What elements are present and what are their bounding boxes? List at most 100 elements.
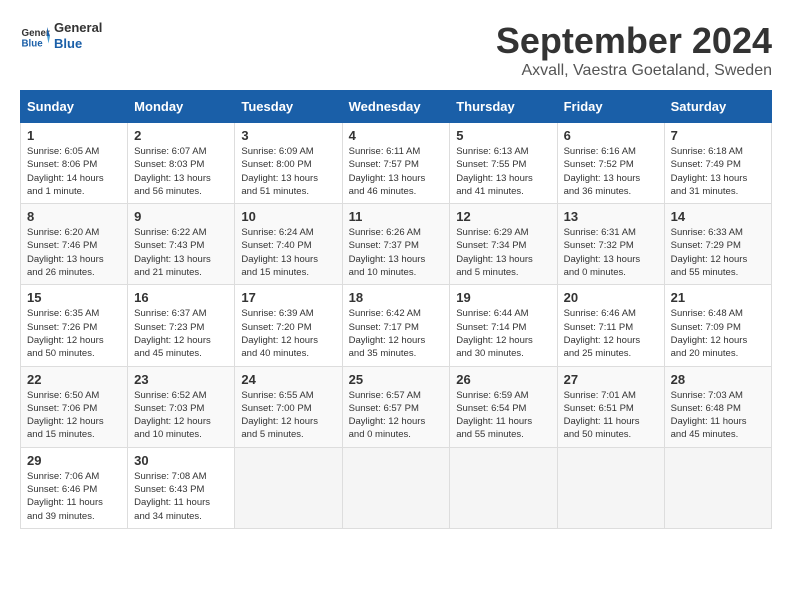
day-cell: 9 Sunrise: 6:22 AM Sunset: 7:43 PM Daylig… xyxy=(128,204,235,285)
day-info: Sunrise: 7:03 AM Sunset: 6:48 PM Dayligh… xyxy=(671,389,765,442)
day-number: 14 xyxy=(671,209,765,224)
day-cell xyxy=(342,447,450,528)
day-cell: 2 Sunrise: 6:07 AM Sunset: 8:03 PM Daylig… xyxy=(128,123,235,204)
day-cell: 23 Sunrise: 6:52 AM Sunset: 7:03 PM Dayli… xyxy=(128,366,235,447)
day-info: Sunrise: 6:42 AM Sunset: 7:17 PM Dayligh… xyxy=(349,307,444,360)
day-info: Sunrise: 7:06 AM Sunset: 6:46 PM Dayligh… xyxy=(27,470,121,523)
week-row-5: 29Sunrise: 7:06 AM Sunset: 6:46 PM Dayli… xyxy=(21,447,772,528)
day-cell: 11Sunrise: 6:26 AM Sunset: 7:37 PM Dayli… xyxy=(342,204,450,285)
day-number: 6 xyxy=(564,128,658,143)
day-info: Sunrise: 6:37 AM Sunset: 7:23 PM Dayligh… xyxy=(134,307,228,360)
day-number: 8 xyxy=(27,209,121,224)
header-wednesday: Wednesday xyxy=(342,91,450,123)
day-cell: 30 Sunrise: 7:08 AM Sunset: 6:43 PM Dayli… xyxy=(128,447,235,528)
title-area: September 2024 Axvall, Vaestra Goetaland… xyxy=(496,20,772,80)
day-info: Sunrise: 6:31 AM Sunset: 7:32 PM Dayligh… xyxy=(564,226,658,279)
day-info: Sunrise: 6:09 AM Sunset: 8:00 PM Dayligh… xyxy=(241,145,335,198)
day-number: 24 xyxy=(241,372,335,387)
day-number: 22 xyxy=(27,372,121,387)
day-info: Sunrise: 6:46 AM Sunset: 7:11 PM Dayligh… xyxy=(564,307,658,360)
header: General Blue General Blue September 2024… xyxy=(20,20,772,80)
day-number: 5 xyxy=(456,128,550,143)
day-number: 4 xyxy=(349,128,444,143)
day-cell: 8 Sunrise: 6:20 AM Sunset: 7:46 PM Daylig… xyxy=(21,204,128,285)
day-info: Sunrise: 6:44 AM Sunset: 7:14 PM Dayligh… xyxy=(456,307,550,360)
day-info: Sunrise: 6:05 AM Sunset: 8:06 PM Dayligh… xyxy=(27,145,121,198)
day-number: 13 xyxy=(564,209,658,224)
day-info: Sunrise: 6:59 AM Sunset: 6:54 PM Dayligh… xyxy=(456,389,550,442)
day-number: 12 xyxy=(456,209,550,224)
day-number: 10 xyxy=(241,209,335,224)
logo-general: General xyxy=(54,20,102,36)
day-number: 28 xyxy=(671,372,765,387)
day-number: 23 xyxy=(134,372,228,387)
day-cell: 4Sunrise: 6:11 AM Sunset: 7:57 PM Daylig… xyxy=(342,123,450,204)
svg-text:General: General xyxy=(22,28,51,39)
day-number: 18 xyxy=(349,290,444,305)
day-info: Sunrise: 6:57 AM Sunset: 6:57 PM Dayligh… xyxy=(349,389,444,442)
day-info: Sunrise: 6:35 AM Sunset: 7:26 PM Dayligh… xyxy=(27,307,121,360)
day-cell: 27Sunrise: 7:01 AM Sunset: 6:51 PM Dayli… xyxy=(557,366,664,447)
day-cell: 15Sunrise: 6:35 AM Sunset: 7:26 PM Dayli… xyxy=(21,285,128,366)
day-cell: 3Sunrise: 6:09 AM Sunset: 8:00 PM Daylig… xyxy=(235,123,342,204)
week-row-3: 15Sunrise: 6:35 AM Sunset: 7:26 PM Dayli… xyxy=(21,285,772,366)
day-cell: 19 Sunrise: 6:44 AM Sunset: 7:14 PM Dayli… xyxy=(450,285,557,366)
day-cell: 7Sunrise: 6:18 AM Sunset: 7:49 PM Daylig… xyxy=(664,123,771,204)
week-row-4: 22 Sunrise: 6:50 AM Sunset: 7:06 PM Dayli… xyxy=(21,366,772,447)
day-cell: 12 Sunrise: 6:29 AM Sunset: 7:34 PM Dayli… xyxy=(450,204,557,285)
day-info: Sunrise: 6:55 AM Sunset: 7:00 PM Dayligh… xyxy=(241,389,335,442)
day-cell xyxy=(235,447,342,528)
day-number: 25 xyxy=(349,372,444,387)
day-cell: 5 Sunrise: 6:13 AM Sunset: 7:55 PM Daylig… xyxy=(450,123,557,204)
svg-text:Blue: Blue xyxy=(22,38,44,49)
day-info: Sunrise: 7:01 AM Sunset: 6:51 PM Dayligh… xyxy=(564,389,658,442)
logo: General Blue General Blue xyxy=(20,20,102,51)
day-cell: 24 Sunrise: 6:55 AM Sunset: 7:00 PM Dayli… xyxy=(235,366,342,447)
calendar: SundayMondayTuesdayWednesdayThursdayFrid… xyxy=(20,90,772,529)
day-info: Sunrise: 6:24 AM Sunset: 7:40 PM Dayligh… xyxy=(241,226,335,279)
logo-blue: Blue xyxy=(54,36,102,52)
header-sunday: Sunday xyxy=(21,91,128,123)
day-number: 17 xyxy=(241,290,335,305)
day-info: Sunrise: 6:29 AM Sunset: 7:34 PM Dayligh… xyxy=(456,226,550,279)
day-number: 16 xyxy=(134,290,228,305)
day-info: Sunrise: 6:07 AM Sunset: 8:03 PM Dayligh… xyxy=(134,145,228,198)
header-tuesday: Tuesday xyxy=(235,91,342,123)
day-cell xyxy=(664,447,771,528)
day-number: 9 xyxy=(134,209,228,224)
day-cell: 6Sunrise: 6:16 AM Sunset: 7:52 PM Daylig… xyxy=(557,123,664,204)
day-info: Sunrise: 6:22 AM Sunset: 7:43 PM Dayligh… xyxy=(134,226,228,279)
header-thursday: Thursday xyxy=(450,91,557,123)
logo-icon: General Blue xyxy=(20,21,50,51)
day-number: 21 xyxy=(671,290,765,305)
day-cell: 20 Sunrise: 6:46 AM Sunset: 7:11 PM Dayli… xyxy=(557,285,664,366)
day-number: 20 xyxy=(564,290,658,305)
day-info: Sunrise: 6:20 AM Sunset: 7:46 PM Dayligh… xyxy=(27,226,121,279)
day-info: Sunrise: 6:13 AM Sunset: 7:55 PM Dayligh… xyxy=(456,145,550,198)
day-cell: 18 Sunrise: 6:42 AM Sunset: 7:17 PM Dayli… xyxy=(342,285,450,366)
day-info: Sunrise: 7:08 AM Sunset: 6:43 PM Dayligh… xyxy=(134,470,228,523)
day-number: 1 xyxy=(27,128,121,143)
day-cell: 21 Sunrise: 6:48 AM Sunset: 7:09 PM Dayli… xyxy=(664,285,771,366)
day-number: 30 xyxy=(134,453,228,468)
day-info: Sunrise: 6:18 AM Sunset: 7:49 PM Dayligh… xyxy=(671,145,765,198)
day-number: 11 xyxy=(349,209,444,224)
location-title: Axvall, Vaestra Goetaland, Sweden xyxy=(496,62,772,80)
day-cell: 22 Sunrise: 6:50 AM Sunset: 7:06 PM Dayli… xyxy=(21,366,128,447)
day-number: 26 xyxy=(456,372,550,387)
day-cell: 16 Sunrise: 6:37 AM Sunset: 7:23 PM Dayli… xyxy=(128,285,235,366)
header-monday: Monday xyxy=(128,91,235,123)
day-number: 19 xyxy=(456,290,550,305)
day-cell: 10 Sunrise: 6:24 AM Sunset: 7:40 PM Dayli… xyxy=(235,204,342,285)
day-cell: 29Sunrise: 7:06 AM Sunset: 6:46 PM Dayli… xyxy=(21,447,128,528)
month-title: September 2024 xyxy=(496,20,772,62)
day-info: Sunrise: 6:52 AM Sunset: 7:03 PM Dayligh… xyxy=(134,389,228,442)
day-cell xyxy=(450,447,557,528)
header-friday: Friday xyxy=(557,91,664,123)
day-cell: 25 Sunrise: 6:57 AM Sunset: 6:57 PM Dayli… xyxy=(342,366,450,447)
day-cell: 28 Sunrise: 7:03 AM Sunset: 6:48 PM Dayli… xyxy=(664,366,771,447)
day-info: Sunrise: 6:48 AM Sunset: 7:09 PM Dayligh… xyxy=(671,307,765,360)
day-cell: 26 Sunrise: 6:59 AM Sunset: 6:54 PM Dayli… xyxy=(450,366,557,447)
day-number: 2 xyxy=(134,128,228,143)
day-info: Sunrise: 6:50 AM Sunset: 7:06 PM Dayligh… xyxy=(27,389,121,442)
